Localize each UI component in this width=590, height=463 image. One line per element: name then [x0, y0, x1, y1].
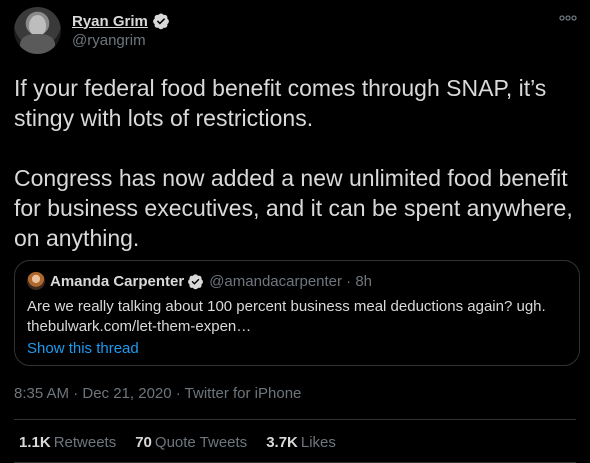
quoted-verified-badge-icon	[188, 273, 204, 289]
quote-tweets-count: 70	[135, 434, 152, 451]
tweet-timestamp-source[interactable]: 8:35 AM · Dec 21, 2020 · Twitter for iPh…	[14, 385, 301, 402]
author-handle[interactable]: @ryangrim	[72, 32, 146, 49]
author-avatar[interactable]	[14, 7, 61, 54]
author-display-name[interactable]: Ryan Grim	[72, 13, 148, 30]
author-name-row: Ryan Grim	[72, 12, 170, 30]
quote-tweets-stat[interactable]: 70 Quote Tweets	[135, 434, 247, 451]
retweets-stat[interactable]: 1.1K Retweets	[19, 434, 116, 451]
show-thread-link[interactable]: Show this thread	[27, 340, 139, 357]
likes-stat[interactable]: 3.7K Likes	[266, 434, 336, 451]
avatar-body	[20, 34, 55, 54]
quoted-author-avatar	[27, 272, 45, 290]
likes-label: Likes	[300, 434, 336, 451]
quoted-tweet-card[interactable]: Amanda Carpenter @amandacarpenter · 8h A…	[14, 260, 580, 366]
retweets-label: Retweets	[53, 434, 117, 451]
likes-count: 3.7K	[266, 434, 298, 451]
tweet-stats: 1.1K Retweets 70 Quote Tweets 3.7K Likes	[19, 434, 355, 451]
divider	[14, 419, 576, 420]
quote-tweets-label: Quote Tweets	[154, 434, 248, 451]
quoted-author-handle-time: @amandacarpenter · 8h	[209, 272, 373, 290]
quoted-tweet-header: Amanda Carpenter @amandacarpenter · 8h	[27, 272, 372, 290]
tweet-text: If your federal food benefit comes throu…	[14, 75, 573, 251]
retweets-count: 1.1K	[19, 434, 51, 451]
avatar-face	[29, 15, 46, 36]
verified-badge-icon	[152, 13, 169, 30]
quoted-author-name: Amanda Carpenter	[50, 272, 185, 290]
more-dots-icon[interactable]	[558, 8, 578, 28]
quoted-tweet-text: Are we really talking about 100 percent …	[27, 298, 546, 335]
